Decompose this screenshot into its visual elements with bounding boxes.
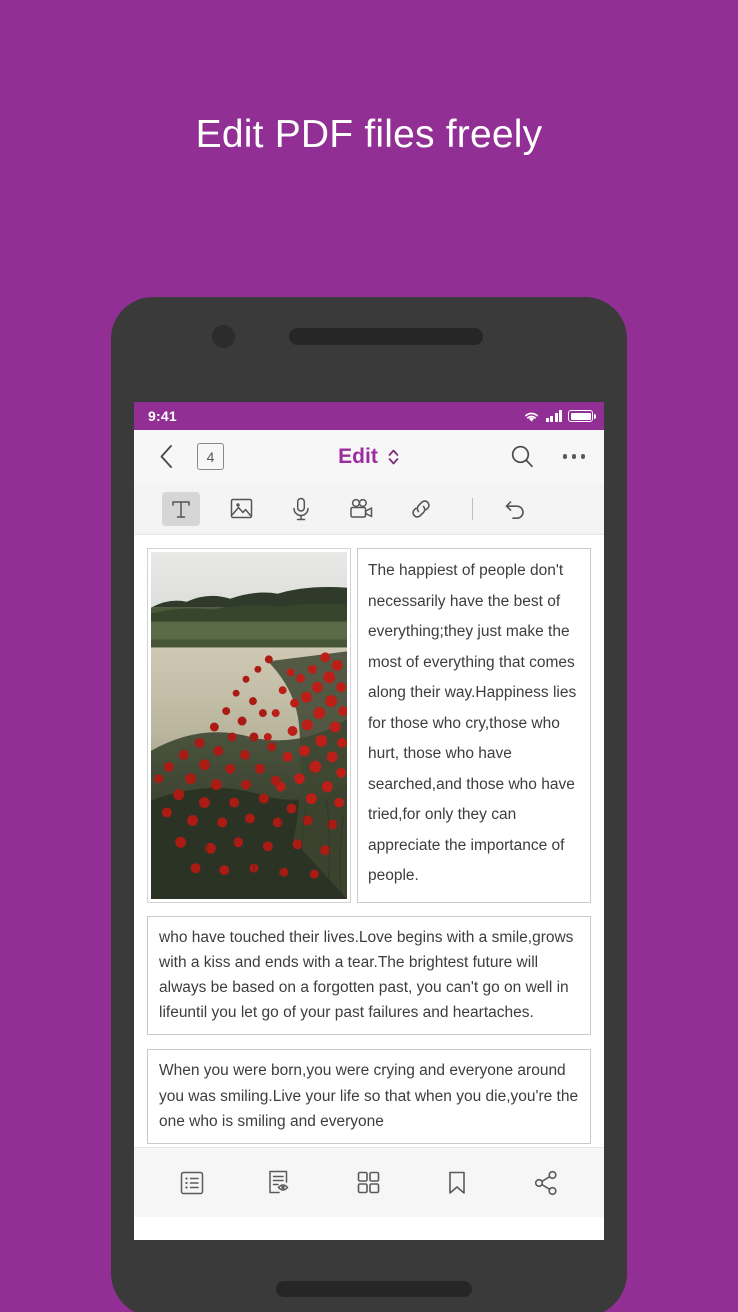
text-icon: [170, 498, 192, 520]
link-tool-button[interactable]: [402, 492, 440, 526]
tab-bookmark[interactable]: [433, 1161, 481, 1205]
phone-screen: 9:41 4 Edit The happiest of people don't…: [134, 402, 604, 1240]
front-camera-icon: [212, 325, 235, 348]
back-button[interactable]: [153, 444, 179, 470]
share-icon: [532, 1169, 560, 1197]
audio-tool-button[interactable]: [282, 492, 320, 526]
undo-tool-button[interactable]: [497, 492, 535, 526]
link-icon: [408, 496, 434, 522]
more-horizontal-icon: [562, 454, 567, 459]
text-block-three[interactable]: When you were born,you were crying and e…: [147, 1049, 591, 1144]
poppy-field-photo[interactable]: [147, 548, 351, 903]
home-indicator: [276, 1281, 472, 1297]
status-icons: [523, 410, 596, 423]
video-tool-button[interactable]: [342, 492, 380, 526]
page-number-badge[interactable]: 4: [197, 443, 224, 470]
document-canvas[interactable]: The happiest of people don't necessarily…: [134, 535, 604, 1147]
edit-toolbar: [134, 483, 604, 535]
cellular-signal-icon: [545, 410, 562, 422]
microphone-icon: [289, 496, 313, 522]
top-nav-bar: 4 Edit: [134, 430, 604, 483]
list-outline-icon: [178, 1169, 206, 1197]
more-button[interactable]: [562, 454, 585, 459]
earpiece-speaker: [289, 328, 483, 345]
tab-outline[interactable]: [168, 1161, 216, 1205]
page-number-label: 4: [206, 448, 215, 465]
image-tool-button[interactable]: [222, 492, 260, 526]
video-camera-icon: [348, 497, 375, 521]
search-icon: [510, 444, 535, 469]
promo-headline: Edit PDF files freely: [195, 113, 543, 156]
search-button[interactable]: [510, 444, 535, 469]
chevron-up-down-icon[interactable]: [387, 447, 400, 467]
nav-actions: [510, 444, 585, 469]
status-time: 9:41: [148, 408, 177, 424]
tab-thumbnails[interactable]: [345, 1161, 393, 1205]
image-icon: [229, 496, 254, 521]
undo-icon: [503, 497, 529, 521]
bottom-tab-bar: [134, 1147, 604, 1217]
page-title: Edit: [338, 444, 378, 468]
text-block-column[interactable]: The happiest of people don't necessarily…: [357, 548, 591, 903]
text-block-two[interactable]: who have touched their lives.Love begins…: [147, 916, 591, 1036]
battery-full-icon: [568, 410, 596, 422]
grid-icon: [355, 1169, 382, 1196]
tab-share[interactable]: [522, 1161, 570, 1205]
wifi-icon: [523, 410, 540, 423]
text-tool-button[interactable]: [162, 491, 200, 526]
document-eye-icon: [266, 1168, 295, 1197]
chevron-left-icon: [158, 444, 175, 469]
toolbar-divider: [472, 497, 473, 520]
tab-read-mode[interactable]: [257, 1161, 305, 1205]
document-row-top: The happiest of people don't necessarily…: [147, 548, 591, 903]
photo-image: [151, 552, 347, 899]
status-bar: 9:41: [134, 402, 604, 430]
bookmark-icon: [444, 1169, 470, 1197]
phone-mockup: 9:41 4 Edit The happiest of people don't…: [111, 297, 627, 1312]
